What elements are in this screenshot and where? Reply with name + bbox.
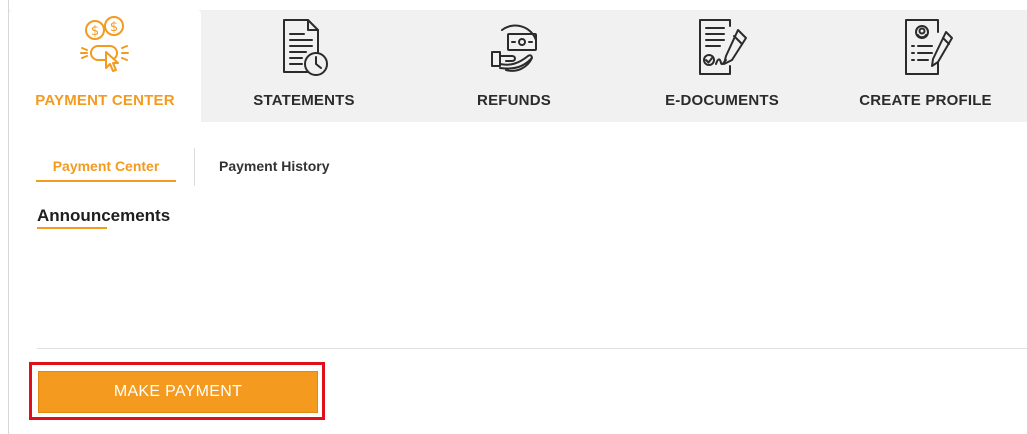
document-signature-icon bbox=[699, 19, 747, 75]
subtab-payment-history[interactable]: Payment History bbox=[219, 148, 329, 186]
statement-clock-icon bbox=[283, 19, 328, 76]
tab-e-documents[interactable]: E-DOCUMENTS bbox=[621, 10, 823, 122]
tab-label-e-documents: E-DOCUMENTS bbox=[665, 92, 779, 109]
profile-edit-icon bbox=[904, 19, 953, 75]
tab-payment-center[interactable]: $ $ PAYMENT CENTER bbox=[9, 10, 201, 122]
refund-hand-cash-icon bbox=[491, 24, 537, 72]
tab-label-statements: STATEMENTS bbox=[253, 92, 355, 109]
make-payment-button[interactable]: MAKE PAYMENT bbox=[38, 371, 318, 413]
svg-text:$: $ bbox=[91, 24, 99, 39]
subtab-divider bbox=[194, 148, 195, 186]
page-frame: $ $ PAYMENT CENTER STATEMENTS REFUNDS E-… bbox=[8, 0, 1027, 434]
announcements-heading: Announcements bbox=[37, 206, 171, 225]
heading-underline bbox=[37, 227, 107, 229]
tab-label-create-profile: CREATE PROFILE bbox=[859, 92, 992, 109]
section-divider bbox=[37, 348, 1027, 349]
svg-text:$: $ bbox=[110, 20, 118, 35]
main-tab-bar: $ $ PAYMENT CENTER STATEMENTS REFUNDS E-… bbox=[9, 10, 1027, 122]
tab-statements[interactable]: STATEMENTS bbox=[201, 10, 407, 122]
tab-label-payment-center: PAYMENT CENTER bbox=[35, 92, 175, 109]
tab-refunds[interactable]: REFUNDS bbox=[407, 10, 621, 122]
payment-click-icon: $ $ bbox=[80, 16, 129, 72]
tab-label-refunds: REFUNDS bbox=[477, 92, 551, 109]
tab-create-profile[interactable]: CREATE PROFILE bbox=[823, 10, 1027, 122]
sub-tab-bar: Payment Center Payment History bbox=[36, 148, 329, 188]
subtab-payment-center[interactable]: Payment Center bbox=[36, 148, 176, 182]
